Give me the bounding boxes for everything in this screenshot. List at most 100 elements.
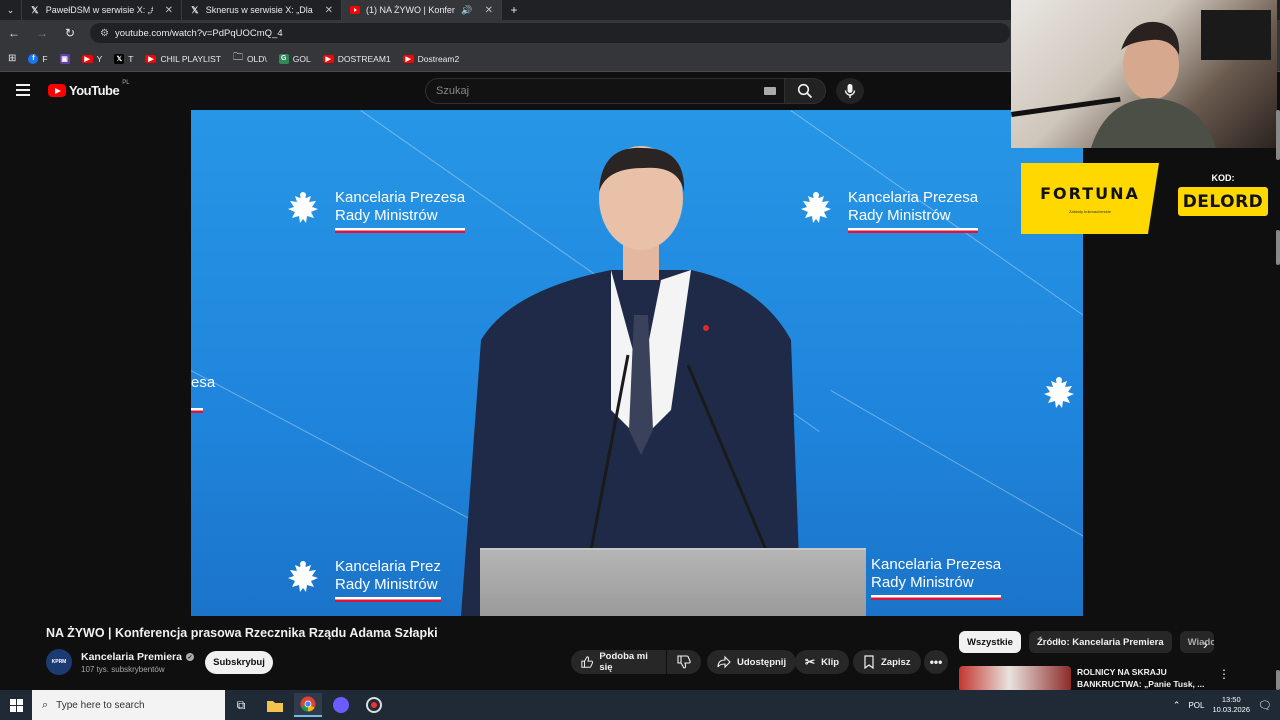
- taskbar-search-input[interactable]: ⌕ Type here to search: [32, 690, 225, 720]
- sponsor-fineprint: Zakłady bukmacherskie: [1068, 208, 1112, 214]
- search-button[interactable]: [784, 78, 826, 104]
- like-button[interactable]: Podoba mi się: [571, 650, 666, 674]
- notifications-icon[interactable]: 🗨: [1258, 699, 1272, 712]
- bookmark-label: CHIL PLAYLIST: [160, 53, 221, 64]
- menu-icon[interactable]: [16, 84, 30, 96]
- chrome-taskbar-button[interactable]: [294, 693, 322, 717]
- dislike-button[interactable]: [667, 650, 701, 674]
- channel-name[interactable]: Kancelaria Premiera ✓: [81, 651, 194, 663]
- gol-icon: G: [278, 53, 289, 64]
- chip-all[interactable]: Wszystkie: [959, 631, 1021, 653]
- system-tray: ⌃ POL 13:50 10.03.2026 🗨: [1173, 690, 1280, 720]
- file-explorer-button[interactable]: [261, 693, 289, 717]
- clip-button[interactable]: ✂ Klip: [795, 650, 850, 674]
- apps-grid-icon[interactable]: ⊞: [8, 53, 16, 64]
- speaker-icon[interactable]: 🔊: [461, 5, 472, 16]
- page-scrollbar[interactable]: [1276, 110, 1280, 690]
- tab-3[interactable]: (1) NA ŻYWO | Konferencja 🔊 ✕: [342, 0, 502, 20]
- video-player[interactable]: Kancelaria Prezesa Rady Ministrów Kancel…: [191, 110, 1083, 616]
- bookmark-gol[interactable]: G GOL: [278, 53, 311, 64]
- clock[interactable]: 13:50 10.03.2026: [1212, 695, 1250, 715]
- youtube-icon: ▶: [81, 54, 93, 63]
- more-vertical-icon[interactable]: ⋮: [1218, 667, 1230, 681]
- bookmark-f[interactable]: f F: [28, 53, 48, 64]
- subscribe-button[interactable]: Subskrybuj: [205, 651, 273, 674]
- youtube-icon: ▶: [322, 54, 334, 63]
- close-icon[interactable]: ✕: [325, 5, 333, 16]
- scissors-icon: ✂: [805, 655, 816, 669]
- bookmark-label: T: [128, 53, 134, 64]
- recorder-icon: [366, 697, 382, 713]
- channel-avatar[interactable]: KPRM: [46, 649, 72, 675]
- bookmark-label: Dostream2: [417, 53, 460, 64]
- clip-label: Klip: [821, 656, 840, 668]
- bookmark-y[interactable]: ▶ Y: [81, 54, 102, 64]
- site-info-icon[interactable]: ⚙: [100, 28, 109, 39]
- voice-search-button[interactable]: [836, 78, 864, 104]
- more-actions-button[interactable]: •••: [924, 650, 948, 674]
- keyboard-icon[interactable]: [764, 87, 776, 95]
- channel-avatar-text: KPRM: [51, 659, 67, 665]
- recommended-title[interactable]: ROLNICY NA SKRAJU BANKRUCTWA: „Panie Tus…: [1077, 666, 1207, 690]
- chevron-up-icon[interactable]: ⌃: [1173, 700, 1181, 711]
- reload-icon[interactable]: ↻: [62, 26, 78, 40]
- search-input[interactable]: Szukaj: [425, 78, 784, 104]
- input-language[interactable]: POL: [1188, 701, 1204, 710]
- save-label: Zapisz: [881, 656, 911, 668]
- more-horizontal-icon: •••: [929, 655, 943, 669]
- recorder-taskbar-button[interactable]: [360, 693, 388, 717]
- bookmark-dostream2[interactable]: ▶ Dostream2: [402, 53, 460, 64]
- thumbs-down-icon: [677, 655, 691, 669]
- youtube-icon: ▶: [145, 54, 157, 63]
- share-label: Udostępnij: [737, 656, 787, 668]
- youtube-logo[interactable]: YouTube PL: [48, 80, 130, 98]
- chip-source[interactable]: Źródło: Kancelaria Premiera: [1028, 631, 1172, 653]
- task-view-button[interactable]: ⧉: [227, 693, 255, 717]
- recommended-thumbnail[interactable]: [959, 666, 1071, 692]
- twitch-icon: ▣: [59, 53, 70, 64]
- promo-code: DELORD: [1178, 187, 1268, 216]
- new-tab-button[interactable]: +: [502, 0, 526, 20]
- windows-taskbar: ⌕ Type here to search ⧉ ⌃ POL 13:50 10.0…: [0, 690, 1280, 720]
- like-label: Podoba mi się: [599, 651, 648, 673]
- clock-time: 13:50: [1221, 695, 1241, 704]
- search-icon: ⌕: [42, 698, 49, 711]
- forward-arrow-icon[interactable]: →: [34, 26, 50, 40]
- close-icon[interactable]: ✕: [485, 5, 493, 16]
- youtube-icon: [350, 5, 360, 15]
- sponsor-banner[interactable]: FORTUNA Zakłady bukmacherskie: [1021, 163, 1159, 234]
- back-arrow-icon[interactable]: ←: [6, 26, 22, 40]
- save-button[interactable]: Zapisz: [853, 650, 921, 674]
- logo-wordmark: YouTube: [69, 83, 120, 98]
- bookmark-label: GOL: [292, 53, 311, 64]
- bookmark-dostream1[interactable]: ▶ DOSTREAM1: [322, 54, 391, 64]
- share-button[interactable]: Udostępnij: [707, 650, 797, 674]
- x-icon: 𝕏: [31, 4, 39, 15]
- bookmark-chil-playlist[interactable]: ▶ CHIL PLAYLIST: [145, 53, 221, 64]
- chevron-right-icon[interactable]: ›: [1203, 636, 1208, 652]
- bookmark-old[interactable]: 🗀 OLD\: [233, 50, 267, 67]
- bookmark-twitch[interactable]: ▣: [59, 53, 70, 64]
- address-bar[interactable]: ⚙ youtube.com/watch?v=PdPqUOCmQ_4: [90, 23, 1010, 43]
- youtube-icon: ▶: [402, 54, 414, 63]
- sponsor-name: FORTUNA: [1040, 183, 1140, 203]
- search-icon: [797, 83, 813, 99]
- verified-check-icon: ✓: [185, 653, 194, 661]
- search-placeholder: Szukaj: [436, 85, 470, 97]
- chip-news[interactable]: Wiado: [1179, 631, 1214, 653]
- tab-1[interactable]: 𝕏 PawełDSM w serwisie X: „#bruta ✕: [22, 0, 182, 20]
- folder-icon: [267, 700, 283, 712]
- tab-2[interactable]: 𝕏 Sknerus w serwisie X: „Dlaczeg ✕: [182, 0, 342, 20]
- bookmark-t[interactable]: 𝕏 T: [114, 53, 134, 64]
- streamer-figure: [1011, 10, 1271, 148]
- tab-search-button[interactable]: ⌄: [0, 0, 22, 20]
- close-icon[interactable]: ✕: [165, 5, 173, 16]
- tab-label: (1) NA ŻYWO | Konferencja: [366, 5, 455, 15]
- screen: ⌄ 𝕏 PawełDSM w serwisie X: „#bruta ✕ 𝕏 S…: [0, 0, 1280, 720]
- app-taskbar-button[interactable]: [327, 693, 355, 717]
- video-title: NA ŻYWO | Konferencja prasowa Rzecznika …: [46, 626, 438, 640]
- chrome-icon: [300, 696, 316, 712]
- address-text: youtube.com/watch?v=PdPqUOCmQ_4: [114, 27, 283, 39]
- app-icon: [333, 697, 349, 713]
- windows-start-button[interactable]: [0, 690, 32, 720]
